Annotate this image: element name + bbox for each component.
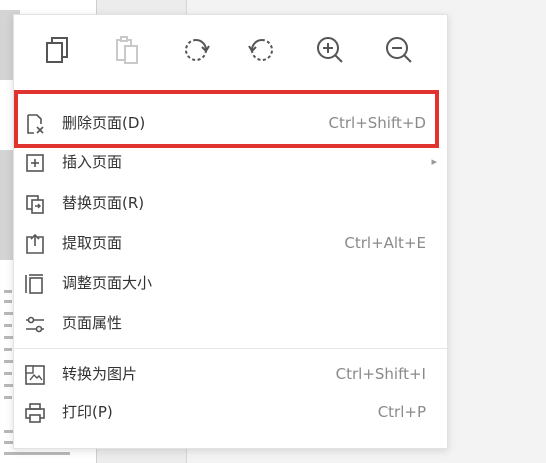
menu-item-label: 转换为图片 <box>62 365 138 383</box>
paste-page-button[interactable] <box>108 31 146 69</box>
page-context-menu: 删除页面(D) Ctrl+Shift+D 插入页面 ▸ 替换页面(R) 提取页面… <box>13 14 448 449</box>
copy-icon <box>46 37 68 63</box>
menu-item-resize-page[interactable]: 调整页面大小 <box>14 264 447 302</box>
menu-item-print[interactable]: 打印(P) Ctrl+P <box>14 393 447 431</box>
rotate-clockwise-button[interactable] <box>177 31 215 69</box>
copy-page-button[interactable] <box>39 31 77 69</box>
convert-to-image-icon <box>24 364 46 386</box>
menu-item-page-properties[interactable]: 页面属性 <box>14 304 447 342</box>
zoom-in-icon <box>317 37 343 63</box>
extract-page-icon <box>24 233 46 255</box>
menu-item-shortcut: Ctrl+Alt+E <box>344 234 426 252</box>
menu-item-convert-to-image[interactable]: 转换为图片 Ctrl+Shift+I <box>14 355 447 393</box>
menu-item-label: 删除页面(D) <box>62 114 146 132</box>
print-icon <box>24 402 46 424</box>
menu-item-replace-page[interactable]: 替换页面(R) <box>14 184 447 222</box>
menu-item-extract-page[interactable]: 提取页面 Ctrl+Alt+E <box>14 224 447 262</box>
rotate-counterclockwise-button[interactable] <box>243 31 281 69</box>
zoom-in-button[interactable] <box>311 31 349 69</box>
resize-page-icon <box>24 273 46 295</box>
rotate-clockwise-icon <box>185 39 210 61</box>
menu-item-delete-page[interactable]: 删除页面(D) Ctrl+Shift+D <box>14 104 447 142</box>
menu-toolbar <box>14 15 447 87</box>
menu-item-label: 替换页面(R) <box>62 194 145 212</box>
menu-item-label: 打印(P) <box>62 403 113 421</box>
replace-page-icon <box>24 193 46 215</box>
menu-item-shortcut: Ctrl+Shift+I <box>335 365 426 383</box>
menu-item-label: 页面属性 <box>62 314 123 332</box>
zoom-out-icon <box>386 37 412 63</box>
paste-icon <box>116 36 138 64</box>
rotate-counterclockwise-icon <box>248 39 273 61</box>
menu-item-insert-page[interactable]: 插入页面 ▸ <box>14 143 447 181</box>
zoom-out-button[interactable] <box>380 31 418 69</box>
submenu-arrow-icon: ▸ <box>431 155 437 168</box>
menu-item-shortcut: Ctrl+P <box>377 403 426 421</box>
menu-item-label: 调整页面大小 <box>62 274 153 292</box>
menu-item-label: 提取页面 <box>62 234 123 252</box>
delete-page-icon <box>24 113 46 135</box>
menu-separator <box>14 348 447 349</box>
insert-page-icon <box>24 152 46 174</box>
menu-item-label: 插入页面 <box>62 153 123 171</box>
menu-item-shortcut: Ctrl+Shift+D <box>328 114 426 132</box>
page-properties-icon <box>24 313 46 335</box>
